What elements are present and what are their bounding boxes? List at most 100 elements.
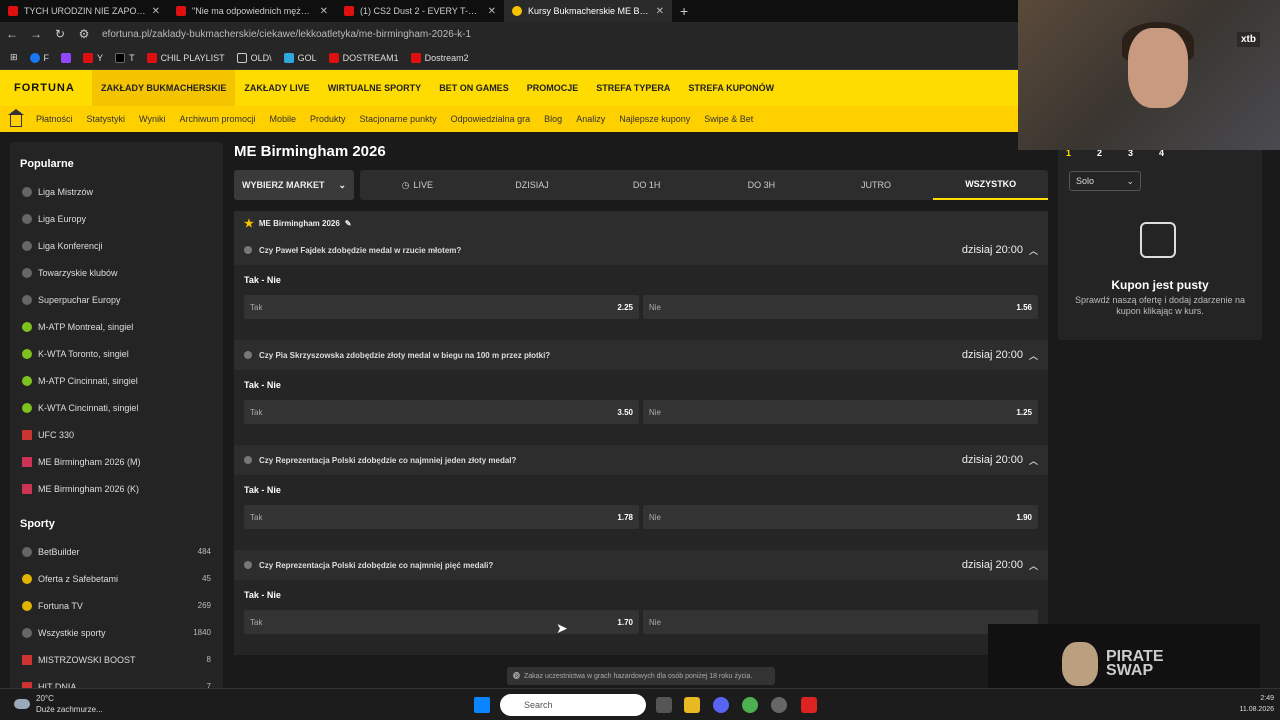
market-select[interactable]: WYBIERZ MARKET ⌄ (234, 170, 354, 200)
athletics-icon (244, 456, 252, 464)
subnav-item[interactable]: Stacjonarne punkty (360, 114, 437, 124)
tab-all[interactable]: WSZYSTKO (933, 170, 1049, 200)
sidebar-item[interactable]: MISTRZOWSKI BOOST 8 (10, 646, 223, 673)
bookmark[interactable]: T (115, 52, 135, 63)
taskbar-clock[interactable]: 2:49 11.08.2026 (1239, 693, 1274, 715)
odd-button-no[interactable]: Nie 1.56 (643, 295, 1038, 319)
event-header[interactable]: Czy Reprezentacja Polski zdobędzie co na… (234, 550, 1048, 580)
nav-item[interactable]: BET ON GAMES (430, 70, 518, 106)
bookmark[interactable] (61, 52, 72, 63)
odd-button-no[interactable]: Nie 1.25 (643, 400, 1038, 424)
sidebar-item[interactable]: M-ATP Montreal, singiel (10, 313, 223, 340)
bookmark[interactable]: F (29, 52, 49, 63)
sidebar-item[interactable]: Fortuna TV 269 (10, 592, 223, 619)
nav-item[interactable]: ZAKŁADY LIVE (235, 70, 318, 106)
subnav-item[interactable]: Swipe & Bet (704, 114, 753, 124)
event-header[interactable]: Czy Reprezentacja Polski zdobędzie co na… (234, 445, 1048, 475)
nav-item[interactable]: PROMOCJE (518, 70, 588, 106)
file-explorer-icon[interactable] (684, 697, 700, 713)
tab-1h[interactable]: DO 1H (589, 170, 704, 200)
sidebar-item[interactable]: UFC 330 (10, 421, 223, 448)
sidebar-item[interactable]: Liga Europy (10, 205, 223, 232)
task-view-icon[interactable] (656, 697, 672, 713)
odd-button-yes[interactable]: Tak 2.25 (244, 295, 639, 319)
new-tab-icon[interactable]: + (672, 3, 696, 19)
chevron-up-icon[interactable]: ︿ (1029, 454, 1038, 467)
close-icon[interactable]: ✕ (320, 6, 328, 17)
tab-today[interactable]: DZISIAJ (475, 170, 590, 200)
bookmark[interactable]: CHIL PLAYLIST (146, 52, 225, 63)
weather-widget[interactable]: 20°C Duże zachmurze... (14, 693, 103, 715)
browser-tab[interactable]: "Nie ma odpowiednich mężczy ✕ (168, 0, 336, 22)
sidebar-item[interactable]: BetBuilder 484 (10, 538, 223, 565)
odd-button-no[interactable]: Nie 1.90 (643, 505, 1038, 529)
subnav-item[interactable]: Wyniki (139, 114, 165, 124)
sidebar-item[interactable]: Towarzyskie klubów (10, 259, 223, 286)
odd-button-yes[interactable]: Tak 1.78 (244, 505, 639, 529)
tab-live[interactable]: ◷ LIVE (360, 170, 475, 200)
nav-item[interactable]: STREFA KUPONÓW (679, 70, 783, 106)
close-icon[interactable]: ✕ (152, 6, 160, 17)
subnav-item[interactable]: Blog (544, 114, 562, 124)
bookmark[interactable]: OLD\ (236, 52, 272, 63)
pin-icon[interactable]: ✎ (345, 219, 352, 228)
nav-item[interactable]: ZAKŁADY BUKMACHERSKIE (92, 70, 236, 106)
windows-start-icon[interactable] (474, 697, 490, 713)
close-icon[interactable]: ✕ (656, 6, 664, 17)
sidebar-item[interactable]: M-ATP Cincinnati, singiel (10, 367, 223, 394)
bookmark[interactable]: DOSTREAM1 (328, 52, 399, 63)
star-icon[interactable]: ★ (244, 217, 254, 230)
sidebar-item[interactable]: Superpuchar Europy (10, 286, 223, 313)
sidebar-item[interactable]: Liga Mistrzów (10, 178, 223, 205)
tab-tomorrow[interactable]: JUTRO (819, 170, 934, 200)
subnav-item[interactable]: Analizy (576, 114, 605, 124)
subnav-item[interactable]: Archiwum promocji (179, 114, 255, 124)
back-icon[interactable]: ← (0, 27, 24, 41)
browser-tab[interactable]: (1) CS2 Dust 2 - EVERY T-Side S ✕ (336, 0, 504, 22)
close-icon[interactable]: ✕ (488, 6, 496, 17)
competition-header: ★ ME Birmingham 2026 ✎ (234, 211, 1048, 235)
taskbar-search[interactable]: Search (500, 694, 646, 716)
nav-item[interactable]: WIRTUALNE SPORTY (319, 70, 431, 106)
subnav-item[interactable]: Odpowiedzialna gra (451, 114, 531, 124)
recording-app-icon[interactable] (801, 697, 817, 713)
subnav-item[interactable]: Statystyki (87, 114, 126, 124)
nav-item[interactable]: STREFA TYPERA (587, 70, 679, 106)
sidebar-item[interactable]: Wszystkie sporty 1840 (10, 619, 223, 646)
sidebar-item[interactable]: ME Birmingham 2026 (K) (10, 475, 223, 502)
subnav-item[interactable]: Płatności (36, 114, 73, 124)
site-info-icon[interactable]: ⚙ (72, 27, 96, 41)
chrome-icon[interactable] (742, 697, 758, 713)
sidebar-item[interactable]: ME Birmingham 2026 (M) (10, 448, 223, 475)
sidebar-item[interactable]: K-WTA Toronto, singiel (10, 340, 223, 367)
sidebar-item[interactable]: Liga Konferencji (10, 232, 223, 259)
tab-3h[interactable]: DO 3H (704, 170, 819, 200)
fortuna-logo[interactable]: FORTUNA (0, 82, 92, 94)
bookmark[interactable]: Dostream2 (410, 52, 469, 63)
apps-icon[interactable]: ⊞ (10, 52, 18, 63)
url-field[interactable]: efortuna.pl/zaklady-bukmacherskie/ciekaw… (102, 29, 1018, 40)
discord-icon[interactable] (713, 697, 729, 713)
chevron-up-icon[interactable]: ︿ (1029, 559, 1038, 572)
bookmark[interactable]: GOL (283, 52, 317, 63)
browser-tab-active[interactable]: Kursy Bukmacherskie ME Birmi ✕ (504, 0, 672, 22)
chevron-up-icon[interactable]: ︿ (1029, 349, 1038, 362)
sidebar-item[interactable]: K-WTA Cincinnati, singiel (10, 394, 223, 421)
odd-button-yes[interactable]: Tak 1.70 (244, 610, 639, 634)
subnav-item[interactable]: Mobile (270, 114, 297, 124)
odd-button-yes[interactable]: Tak 3.50 (244, 400, 639, 424)
bookmark[interactable]: Y (83, 52, 103, 63)
home-icon[interactable] (8, 108, 24, 127)
browser-tab[interactable]: TYCH URODZIN NIE ZAPOMNI ✕ (0, 0, 168, 22)
bet-mode-select[interactable]: Solo ⌄ (1069, 171, 1141, 191)
subnav-item[interactable]: Najlepsze kupony (619, 114, 690, 124)
chevron-up-icon[interactable]: ︿ (1029, 244, 1038, 257)
forward-icon[interactable]: → (24, 27, 48, 41)
event-header[interactable]: Czy Paweł Fajdek zdobędzie medal w rzuci… (234, 235, 1048, 265)
event-header[interactable]: Czy Pia Skrzyszowska zdobędzie złoty med… (234, 340, 1048, 370)
app-icon[interactable] (771, 697, 787, 713)
subnav-item[interactable]: Produkty (310, 114, 346, 124)
sidebar-item[interactable]: Oferta z Safebetami 45 (10, 565, 223, 592)
reload-icon[interactable]: ↻ (48, 27, 72, 41)
odd-button-no[interactable]: Nie (643, 610, 1038, 634)
